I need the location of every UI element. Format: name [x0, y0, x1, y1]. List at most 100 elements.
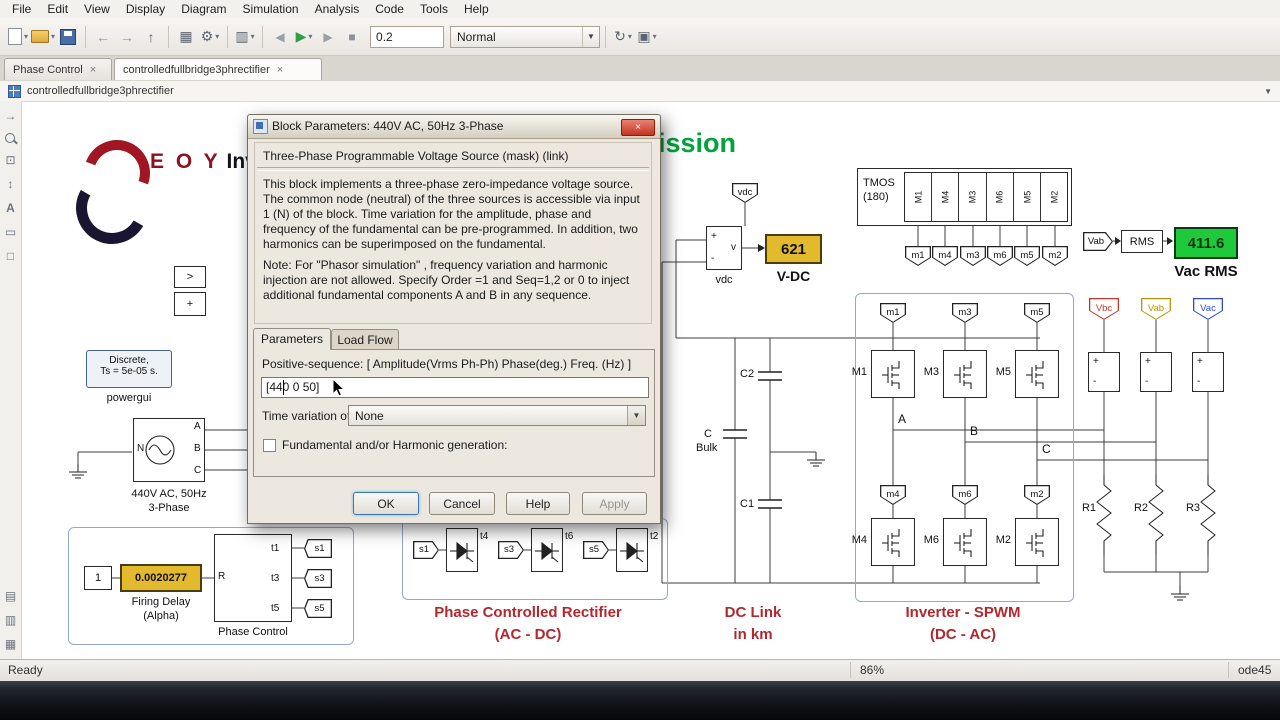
tab-load-flow[interactable]: Load Flow	[331, 329, 399, 350]
back-button[interactable]: ←	[92, 25, 114, 49]
library-browser-button[interactable]: ▦	[175, 25, 197, 49]
menu-diagram[interactable]: Diagram	[173, 1, 234, 17]
goto-tag-s1[interactable]: s1	[304, 539, 332, 558]
from-tag-s3[interactable]: s3	[498, 541, 524, 559]
area-icon[interactable]: □	[0, 249, 21, 263]
meter-block-vbc[interactable]: + -	[1088, 352, 1120, 392]
from-tag-vab2[interactable]: Vab	[1141, 298, 1171, 320]
cancel-button[interactable]: Cancel	[429, 492, 495, 515]
save-button[interactable]	[57, 25, 79, 49]
menu-edit[interactable]: Edit	[39, 1, 76, 17]
sim-stop-time-input[interactable]: 0.2	[370, 25, 445, 48]
constant-block[interactable]: 1	[84, 566, 112, 590]
menu-analysis[interactable]: Analysis	[307, 1, 368, 17]
menu-display[interactable]: Display	[118, 1, 173, 17]
menu-code[interactable]: Code	[367, 1, 412, 17]
viewmark-icon[interactable]: ▤	[0, 589, 21, 603]
breadcrumb-model-name[interactable]: controlledfullbridge3phrectifier	[27, 85, 174, 97]
rms-block[interactable]: RMS	[1121, 230, 1163, 253]
help-button[interactable]: Help	[506, 492, 570, 515]
menu-help[interactable]: Help	[456, 1, 497, 17]
goto-tag-s5[interactable]: s5	[304, 599, 332, 618]
mosfet-block-m6[interactable]	[943, 518, 987, 566]
from-tag-vac[interactable]: Vac	[1193, 298, 1223, 320]
image-icon[interactable]: ▭	[0, 225, 21, 239]
mosfet-block-m2[interactable]	[1015, 518, 1059, 566]
pan-icon[interactable]: ↕	[0, 177, 21, 191]
menu-tools[interactable]: Tools	[412, 1, 456, 17]
mosfet-block-m1[interactable]	[871, 350, 915, 398]
forward-button[interactable]: →	[116, 25, 138, 49]
goto-tag-m2[interactable]: m2	[1042, 246, 1068, 266]
relational-operator-block[interactable]: >	[174, 266, 206, 288]
new-model-button[interactable]: ▾	[7, 25, 29, 49]
from-tag-gate-m1[interactable]: m1	[880, 303, 906, 323]
sim-mode-select[interactable]: Normal ▼	[450, 25, 601, 48]
voltage-measurement-block[interactable]: + - v	[706, 226, 742, 270]
close-button[interactable]: ×	[621, 119, 655, 136]
fit-view-icon[interactable]: ⊡	[0, 153, 21, 167]
thyristor-block-3[interactable]	[616, 528, 648, 572]
goto-tag-s3[interactable]: s3	[304, 569, 332, 588]
three-phase-source-block[interactable]: N A B C	[133, 418, 205, 482]
layout-button[interactable]: ▣ ▾	[636, 25, 658, 49]
apply-button[interactable]: Apply	[582, 492, 647, 515]
subsystem-icon[interactable]: ▥	[0, 613, 21, 627]
mosfet-block-m5[interactable]	[1015, 350, 1059, 398]
from-tag-gate-m3[interactable]: m3	[952, 303, 978, 323]
grid-icon[interactable]: ▦	[0, 637, 21, 651]
status-separator	[850, 662, 851, 678]
from-tag-gate-m6[interactable]: m6	[952, 485, 978, 505]
firing-delay-display[interactable]: 0.0020277	[120, 564, 202, 592]
goto-tag-m5[interactable]: m5	[1014, 246, 1040, 266]
breadcrumb-expand-icon[interactable]: ▼	[1264, 87, 1272, 96]
thyristor-block-2[interactable]	[531, 528, 563, 572]
from-tag-gate-m4[interactable]: m4	[880, 485, 906, 505]
from-tag-s1[interactable]: s1	[413, 541, 439, 559]
mosfet-block-m4[interactable]	[871, 518, 915, 566]
from-tag-vdc[interactable]: vdc	[732, 183, 758, 203]
meter-block-vac[interactable]: + -	[1192, 352, 1224, 392]
port-r: R	[218, 571, 226, 582]
step-forward-button[interactable]: ▶	[317, 25, 339, 49]
from-tag-vbc[interactable]: Vbc	[1089, 298, 1119, 320]
from-tag-s5[interactable]: s5	[583, 541, 609, 559]
phase-control-block[interactable]: R t1 t3 t5	[214, 534, 292, 622]
goto-tag-m6[interactable]: m6	[987, 246, 1013, 266]
run-button[interactable]: ▶ ▾	[293, 25, 315, 49]
tab-phase-control[interactable]: Phase Control ×	[4, 58, 112, 80]
meter-block-vab[interactable]: + -	[1140, 352, 1172, 392]
close-icon[interactable]: ×	[90, 64, 96, 76]
thyristor-block-1[interactable]	[446, 528, 478, 572]
settings-button[interactable]: ⚙ ▾	[199, 25, 221, 49]
up-button[interactable]: ↑	[140, 25, 162, 49]
annotation-icon[interactable]: A	[0, 201, 21, 215]
vac-rms-display[interactable]: 411.6	[1174, 227, 1238, 259]
from-tag-gate-m5[interactable]: m5	[1024, 303, 1050, 323]
zoom-icon[interactable]	[5, 133, 15, 143]
from-tag-gate-m2[interactable]: m2	[1024, 485, 1050, 505]
menu-file[interactable]: File	[4, 1, 39, 17]
step-back-button[interactable]: ◀	[269, 25, 291, 49]
model-config-button[interactable]: ▥ ▾	[234, 25, 256, 49]
goto-tag-m1[interactable]: m1	[905, 246, 931, 266]
goto-tag-m4[interactable]: m4	[932, 246, 958, 266]
close-icon[interactable]: ×	[277, 64, 283, 76]
powergui-block[interactable]: Discrete, Ts = 5e-05 s.	[86, 350, 172, 388]
refresh-button[interactable]: ↻ ▾	[612, 25, 634, 49]
goto-tag-m3[interactable]: m3	[960, 246, 986, 266]
menu-simulation[interactable]: Simulation	[235, 1, 307, 17]
sum-block[interactable]: +	[174, 292, 206, 316]
from-tag-vab[interactable]: Vab	[1083, 232, 1113, 251]
dialog-title-bar[interactable]: Block Parameters: 440V AC, 50Hz 3-Phase …	[248, 115, 660, 139]
ok-button[interactable]: OK	[353, 492, 419, 515]
open-button[interactable]: ▾	[31, 25, 55, 49]
vdc-display[interactable]: 621	[765, 234, 822, 264]
tab-controlledfullbridge3phrectifier[interactable]: controlledfullbridge3phrectifier ×	[114, 58, 322, 80]
hide-browser-icon[interactable]: →	[0, 109, 21, 123]
menu-view[interactable]: View	[76, 1, 118, 17]
stop-button[interactable]: ■	[341, 25, 363, 49]
tab-parameters[interactable]: Parameters	[253, 328, 331, 350]
mosfet-block-m3[interactable]	[943, 350, 987, 398]
solver-name[interactable]: ode45	[1238, 663, 1271, 677]
